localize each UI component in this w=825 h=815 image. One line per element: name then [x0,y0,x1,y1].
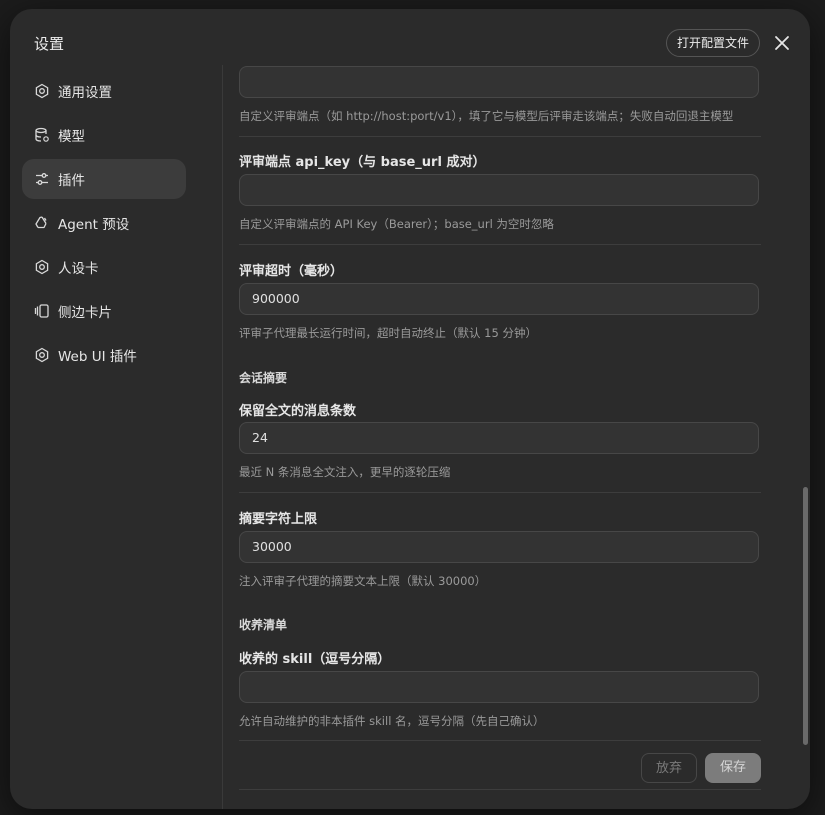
adopted-skills-help: 允许自动维护的非本插件 skill 名，逗号分隔（先自己确认） [239,714,545,728]
sidebar-item-label: Web UI 插件 [58,349,137,365]
gear-icon [34,259,50,275]
sidebar-item-persona-cards[interactable]: 人设卡 [22,247,186,287]
sliders-icon [34,171,50,187]
sidebar-item-label: 侧边卡片 [58,305,112,321]
review-api-key-label: 评审端点 api_key（与 base_url 成对） [239,155,486,170]
gear-icon [34,347,50,363]
summary-char-limit-help: 注入评审子代理的摘要文本上限（默认 30000） [239,574,487,588]
review-timeout-label: 评审超时（毫秒） [239,264,344,279]
content-scrollbar[interactable] [803,487,808,745]
sidebar-item-label: 通用设置 [58,85,112,101]
keep-full-messages-help: 最近 N 条消息全文注入，更早的逐轮压缩 [239,465,451,479]
database-icon [34,127,50,143]
divider [239,492,761,493]
sidebar-item-general[interactable]: 通用设置 [22,71,186,111]
discard-button[interactable]: 放弃 [641,753,697,783]
sidebar-item-label: 模型 [58,129,85,145]
review-timeout-input[interactable]: 900000 [239,283,759,315]
plugin-settings-content: 自定义评审端点（如 http://host:port/v1），填了它与模型后评审… [239,65,761,809]
sidebar-item-label: 人设卡 [58,261,99,277]
open-config-button[interactable]: 打开配置文件 [666,29,761,57]
cards-icon [34,303,50,319]
sidebar-divider [222,65,223,809]
sidebar-item-plugins[interactable]: 插件 [22,159,186,199]
sidebar-item-side-cards[interactable]: 侧边卡片 [22,291,186,331]
summary-section-title: 会话摘要 [239,371,288,385]
close-icon[interactable] [772,33,792,53]
sidebar-item-webui-plugins[interactable]: Web UI 插件 [22,335,186,375]
adopted-skills-label: 收养的 skill（逗号分隔） [239,652,391,667]
review-timeout-help: 评审子代理最长运行时间，超时自动终止（默认 15 分钟） [239,326,537,340]
gear-icon [34,83,50,99]
keep-full-messages-input[interactable]: 24 [239,422,759,454]
divider [239,789,761,790]
sidebar-item-models[interactable]: 模型 [22,115,186,155]
review-api-key-help: 自定义评审端点的 API Key（Bearer）；base_url 为空时忽略 [239,217,554,231]
dialog-title: 设置 [34,35,65,53]
summary-char-limit-input[interactable]: 30000 [239,531,759,563]
adopted-skills-input[interactable] [239,671,759,703]
review-api-key-input[interactable] [239,174,759,206]
sidebar-item-agent-presets[interactable]: Agent 预设 [22,203,186,243]
keep-full-messages-label: 保留全文的消息条数 [239,404,357,419]
summary-char-limit-label: 摘要字符上限 [239,512,318,527]
recycle-icon [34,215,50,231]
sidebar: 通用设置 模型 插件 Agent 预设 人设卡 侧边卡片 Web UI 插件 [22,71,186,379]
save-button[interactable]: 保存 [705,753,761,783]
divider [239,244,761,245]
settings-dialog: 设置 打开配置文件 通用设置 模型 插件 Agent 预设 人设卡 侧边卡片 W… [10,9,810,809]
adopt-section-title: 收养清单 [239,618,288,632]
review-base-url-input[interactable] [239,66,759,98]
divider [239,136,761,137]
review-base-url-help: 自定义评审端点（如 http://host:port/v1），填了它与模型后评审… [239,109,734,123]
sidebar-item-label: Agent 预设 [58,217,130,233]
divider [239,740,761,741]
sidebar-item-label: 插件 [58,173,85,189]
